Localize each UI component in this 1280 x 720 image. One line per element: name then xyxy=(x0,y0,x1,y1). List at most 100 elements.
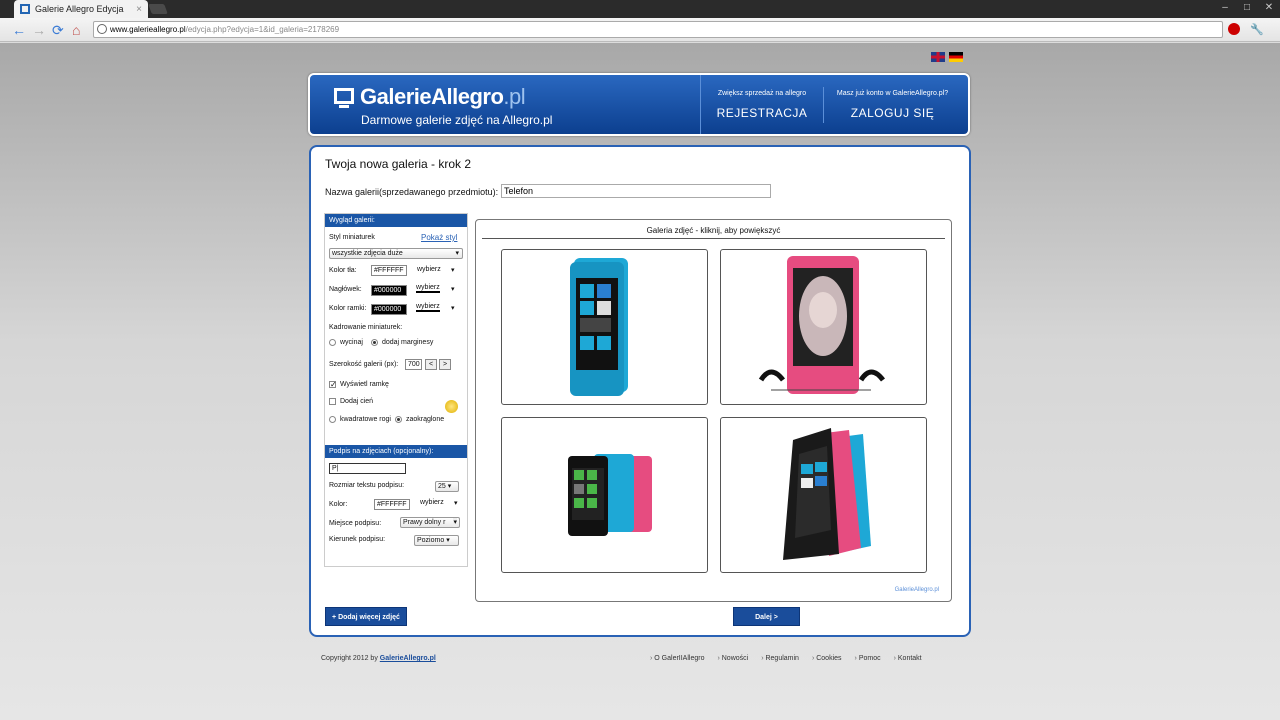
corner-options: kwadratowe rogi zaokrąglone xyxy=(329,416,444,423)
caption-direction-value: Poziomo xyxy=(417,537,445,544)
text-size-value: 25 xyxy=(438,483,446,490)
phone-pink-image xyxy=(758,256,885,394)
maximize-button[interactable]: □ xyxy=(1236,0,1258,16)
adblock-icon[interactable] xyxy=(1228,23,1240,35)
frame-color-picker[interactable]: wybierz xyxy=(416,303,440,312)
bg-color-label: Kolor tła: xyxy=(329,267,357,274)
header-color-picker[interactable]: wybierz xyxy=(416,284,440,293)
add-more-photos-button[interactable]: + Dodaj więcej zdjęć xyxy=(325,607,407,626)
caption-color-label: Kolor: xyxy=(329,501,348,508)
chevron-down-icon: ▾ xyxy=(454,500,458,507)
caption-section-title: Podpis na zdjęciach (opcjonalny): xyxy=(325,445,467,458)
thumb-style-value: wszystkie zdjęcia duże xyxy=(332,250,403,257)
width-label: Szerokość galerii (px): xyxy=(329,361,399,368)
footer-link-contact[interactable]: Kontakt xyxy=(894,655,922,662)
address-bar[interactable]: www.galerieallegro.pl/edycja.php?edycja=… xyxy=(93,21,1223,38)
browser-tab[interactable]: Galerie Allegro Edycja × xyxy=(14,0,148,18)
footer-brand-link[interactable]: GalerieAllegro.pl xyxy=(380,655,436,662)
caption-color-field[interactable]: #FFFFFF xyxy=(374,499,410,510)
tab-title: Galerie Allegro Edycja xyxy=(35,4,124,14)
text-size-select[interactable]: 25 ▾ xyxy=(435,481,459,492)
caption-input[interactable]: P| xyxy=(329,463,406,474)
english-flag-icon[interactable] xyxy=(931,52,945,62)
bg-color-field[interactable]: #FFFFFF xyxy=(371,265,407,276)
crop-margins-radio[interactable] xyxy=(370,339,378,346)
minimize-button[interactable]: – xyxy=(1214,0,1236,16)
show-frame-option[interactable]: ✓ Wyświetl ramkę xyxy=(329,381,389,389)
language-flags xyxy=(931,52,963,62)
width-decrease-button[interactable]: < xyxy=(425,359,437,370)
gallery-title: Galeria zdjęć - kliknij, aby powiększyć xyxy=(646,226,781,235)
chevron-down-icon: ▾ xyxy=(446,537,450,544)
chevron-down-icon: ▾ xyxy=(455,250,459,257)
gallery-thumbnail[interactable] xyxy=(501,417,708,573)
add-shadow-option[interactable]: Dodaj cień xyxy=(329,398,373,405)
width-input[interactable]: 700 xyxy=(405,359,422,370)
home-icon[interactable]: ⌂ xyxy=(72,22,80,38)
gallery-credit[interactable]: GalerieAllegro.pl xyxy=(895,587,939,593)
caption-color-picker[interactable]: wybierz xyxy=(420,499,444,506)
show-style-link[interactable]: Pokaż styl xyxy=(421,233,457,242)
crop-margins-label: dodaj marginesy xyxy=(381,339,434,346)
wrench-icon[interactable]: 🔧 xyxy=(1250,22,1264,38)
show-frame-checkbox[interactable]: ✓ xyxy=(329,381,337,389)
footer-link-about[interactable]: O GalerIIAllegro xyxy=(650,655,704,662)
add-shadow-label: Dodaj cień xyxy=(340,398,374,405)
register-block[interactable]: Zwiększ sprzedaż na allegro REJESTRACJA xyxy=(702,75,822,134)
logo-icon xyxy=(334,88,354,108)
back-icon[interactable]: ← xyxy=(12,22,26,38)
german-flag-icon[interactable] xyxy=(949,52,963,62)
footer-copyright: Copyright 2012 by GalerieAllegro.pl xyxy=(321,655,436,662)
bg-color-picker[interactable]: wybierz xyxy=(417,266,441,273)
reload-icon[interactable]: ⟳ xyxy=(52,22,64,38)
gallery-thumbnail[interactable] xyxy=(501,249,708,405)
gallery-thumbnail[interactable] xyxy=(720,417,927,573)
page-title: Twoja nowa galeria - krok 2 xyxy=(325,157,472,171)
site-logo[interactable]: GalerieAllegro.pl xyxy=(360,84,526,110)
square-corners-radio[interactable] xyxy=(329,416,336,423)
phones-angled-image xyxy=(783,428,871,560)
next-button[interactable]: Dalej > xyxy=(733,607,800,626)
rounded-corners-radio[interactable] xyxy=(394,416,402,423)
gallery-thumbnail[interactable] xyxy=(720,249,927,405)
width-increase-button[interactable]: > xyxy=(439,359,451,370)
crop-label: Kadrowanie miniaturek: xyxy=(329,324,403,331)
footer-links: O GalerIIAllegro Nowości Regulamin Cooki… xyxy=(650,655,922,662)
caption-place-select[interactable]: Prawy dolny r ▾ xyxy=(400,517,460,528)
square-corners-label: kwadratowe rogi xyxy=(340,416,391,423)
frame-color-field[interactable]: #000000 xyxy=(371,304,407,315)
footer-link-news[interactable]: Nowości xyxy=(717,655,748,662)
header-divider xyxy=(823,87,824,123)
new-tab-button[interactable] xyxy=(148,4,168,14)
footer-link-terms[interactable]: Regulamin xyxy=(761,655,798,662)
tab-close-icon[interactable]: × xyxy=(136,4,142,15)
thumb-style-select[interactable]: wszystkie zdjęcia duże ▾ xyxy=(329,248,463,259)
crop-cut-label: wycinaj xyxy=(340,339,363,346)
add-shadow-checkbox[interactable] xyxy=(329,398,336,405)
gallery-name-input[interactable] xyxy=(501,184,771,198)
close-window-button[interactable]: ✕ xyxy=(1258,0,1280,16)
caption-direction-label: Kierunek podpisu: xyxy=(329,536,386,543)
phones-group-image xyxy=(568,454,652,536)
header-color-label: Nagłówek: xyxy=(329,286,362,293)
crop-cut-radio[interactable] xyxy=(329,339,336,346)
help-bubble-icon[interactable] xyxy=(445,400,458,413)
url-host: www.galerieallegro.pl xyxy=(110,25,186,34)
favicon-icon xyxy=(20,4,30,14)
globe-icon xyxy=(97,24,107,34)
caption-direction-select[interactable]: Poziomo ▾ xyxy=(414,535,459,546)
forward-icon[interactable]: → xyxy=(32,22,46,38)
register-link[interactable]: REJESTRACJA xyxy=(702,106,822,120)
footer-link-help[interactable]: Pomoc xyxy=(855,655,881,662)
copyright-text: Copyright 2012 by xyxy=(321,655,378,662)
url-path: /edycja.php?edycja=1&id_galeria=2178269 xyxy=(185,25,340,34)
frame-color-label: Kolor ramki: xyxy=(329,305,367,312)
login-block[interactable]: Masz już konto w GalerieAllegro.pl? ZALO… xyxy=(825,75,960,134)
chevron-down-icon: ▾ xyxy=(447,483,452,490)
login-link[interactable]: ZALOGUJ SIĘ xyxy=(825,106,960,120)
footer-link-cookies[interactable]: Cookies xyxy=(812,655,841,662)
header-color-field[interactable]: #000000 xyxy=(371,285,407,296)
chevron-down-icon: ▾ xyxy=(451,305,455,312)
thumb-style-label: Styl miniaturek xyxy=(329,234,375,241)
caption-place-value: Prawy dolny r xyxy=(403,519,446,526)
